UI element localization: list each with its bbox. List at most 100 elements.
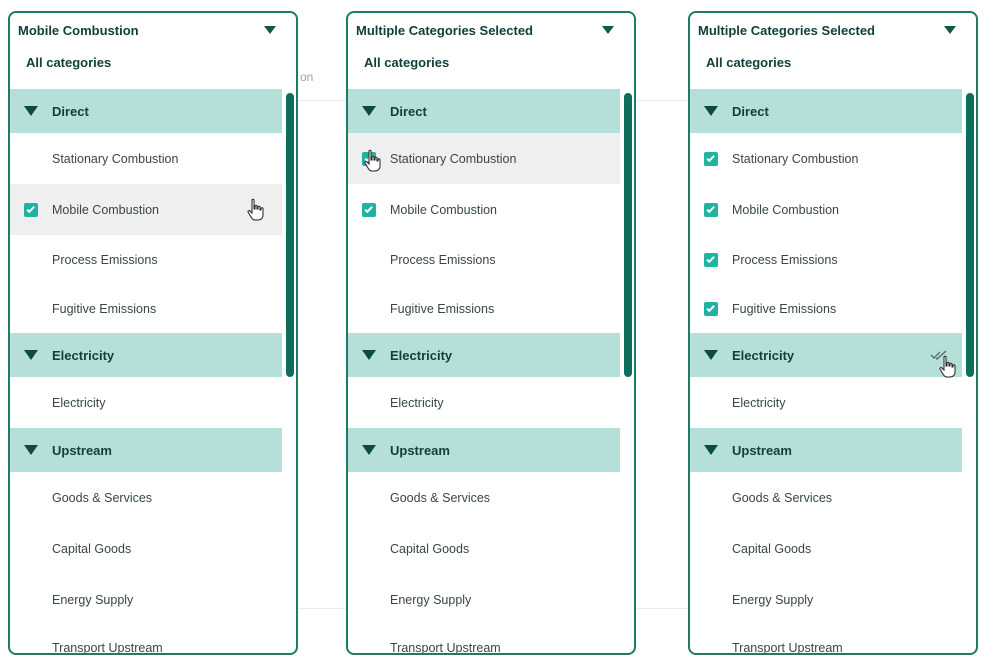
option-mobile-combustion[interactable]: Mobile Combustion [10, 184, 282, 235]
option-energy-supply[interactable]: Energy Supply [348, 574, 620, 625]
option-label: Fugitive Emissions [732, 301, 837, 316]
all-categories-option[interactable]: All categories [348, 47, 634, 77]
option-label: Transport Upstream [52, 641, 163, 655]
caret-down-icon[interactable] [704, 106, 718, 116]
option-label: Electricity [732, 395, 786, 410]
group-label: Direct [732, 103, 769, 119]
option-stationary-combustion[interactable]: Stationary Combustion [10, 133, 282, 184]
checkbox[interactable] [24, 152, 38, 166]
dropdown-header[interactable]: Multiple Categories Selected [348, 13, 634, 47]
option-capital-goods[interactable]: Capital Goods [690, 523, 962, 574]
category-list: Direct Stationary Combustion Mobile Comb… [348, 89, 620, 655]
option-label: Transport Upstream [390, 641, 501, 655]
option-label: Goods & Services [52, 490, 153, 505]
checkbox-checked-icon[interactable] [704, 301, 718, 316]
dropdown-header[interactable]: Multiple Categories Selected [690, 13, 976, 47]
caret-down-icon[interactable] [362, 445, 376, 455]
checkbox-checked-icon[interactable] [704, 252, 718, 267]
checkbox-checked-icon[interactable] [704, 202, 718, 217]
checkbox[interactable] [704, 641, 718, 653]
checkbox[interactable] [362, 253, 376, 267]
checkbox[interactable] [704, 542, 718, 556]
option-energy-supply[interactable]: Energy Supply [690, 574, 962, 625]
checkbox-checked-icon[interactable] [704, 151, 718, 166]
option-label: Mobile Combustion [52, 202, 159, 217]
caret-down-icon[interactable] [704, 350, 718, 360]
option-transport-upstream[interactable]: Transport Upstream [10, 625, 282, 655]
group-header-electricity[interactable]: Electricity [348, 333, 620, 377]
option-label: Stationary Combustion [732, 151, 859, 166]
option-goods-services[interactable]: Goods & Services [348, 472, 620, 523]
caret-down-icon[interactable] [362, 350, 376, 360]
checkbox[interactable] [24, 542, 38, 556]
caret-down-icon[interactable] [362, 106, 376, 116]
group-label: Direct [390, 103, 427, 119]
group-header-upstream[interactable]: Upstream [348, 428, 620, 472]
checkbox[interactable] [24, 491, 38, 505]
checkbox-checked-icon[interactable] [24, 202, 38, 217]
category-dropdown: Mobile Combustion All categories Direct … [8, 11, 298, 655]
checkbox[interactable] [24, 396, 38, 410]
option-fugitive-emissions[interactable]: Fugitive Emissions [348, 284, 620, 333]
scrollbar-thumb[interactable] [966, 93, 974, 377]
group-header-direct[interactable]: Direct [690, 89, 962, 133]
caret-down-icon[interactable] [24, 350, 38, 360]
checkbox-checked-icon[interactable] [362, 202, 376, 217]
option-transport-upstream[interactable]: Transport Upstream [690, 625, 962, 653]
checkbox[interactable] [24, 593, 38, 607]
group-header-electricity[interactable]: Electricity [690, 333, 962, 378]
checkbox[interactable] [24, 253, 38, 267]
option-stationary-combustion[interactable]: Stationary Combustion [348, 133, 620, 184]
group-header-electricity[interactable]: Electricity [10, 333, 282, 377]
option-capital-goods[interactable]: Capital Goods [10, 523, 282, 574]
checkbox[interactable] [362, 491, 376, 505]
all-categories-option[interactable]: All categories [10, 47, 296, 77]
option-energy-supply[interactable]: Energy Supply [10, 574, 282, 625]
category-list: Direct Stationary Combustion Mobile Comb… [690, 89, 962, 653]
caret-down-icon[interactable] [704, 445, 718, 455]
caret-down-icon[interactable] [602, 26, 614, 34]
option-mobile-combustion[interactable]: Mobile Combustion [348, 184, 620, 235]
option-capital-goods[interactable]: Capital Goods [348, 523, 620, 574]
caret-down-icon[interactable] [24, 106, 38, 116]
option-process-emissions[interactable]: Process Emissions [348, 235, 620, 284]
option-electricity[interactable]: Electricity [10, 377, 282, 428]
all-categories-option[interactable]: All categories [690, 47, 976, 77]
scrollbar-thumb[interactable] [286, 93, 294, 377]
option-fugitive-emissions[interactable]: Fugitive Emissions [690, 284, 962, 333]
group-label: Electricity [390, 347, 453, 363]
checkbox[interactable] [362, 302, 376, 316]
group-header-upstream[interactable]: Upstream [10, 428, 282, 472]
option-process-emissions[interactable]: Process Emissions [690, 235, 962, 284]
dropdown-header[interactable]: Mobile Combustion [10, 13, 296, 47]
caret-down-icon[interactable] [24, 445, 38, 455]
checkbox[interactable] [24, 641, 38, 653]
option-stationary-combustion[interactable]: Stationary Combustion [690, 133, 962, 184]
option-transport-upstream[interactable]: Transport Upstream [348, 625, 620, 655]
caret-down-icon[interactable] [264, 26, 276, 34]
checkbox[interactable] [704, 396, 718, 410]
checkbox[interactable] [362, 641, 376, 653]
group-header-upstream[interactable]: Upstream [690, 428, 962, 472]
option-label: Process Emissions [732, 252, 838, 267]
checkbox[interactable] [704, 593, 718, 607]
background-divider [636, 100, 688, 101]
checkbox[interactable] [24, 302, 38, 316]
option-electricity[interactable]: Electricity [690, 377, 962, 428]
group-header-direct[interactable]: Direct [348, 89, 620, 133]
option-goods-services[interactable]: Goods & Services [10, 472, 282, 523]
checkbox[interactable] [362, 542, 376, 556]
caret-down-icon[interactable] [944, 26, 956, 34]
group-header-direct[interactable]: Direct [10, 89, 282, 133]
option-mobile-combustion[interactable]: Mobile Combustion [690, 184, 962, 235]
checkbox[interactable] [362, 593, 376, 607]
option-label: Process Emissions [390, 252, 496, 267]
scrollbar-thumb[interactable] [624, 93, 632, 377]
option-process-emissions[interactable]: Process Emissions [10, 235, 282, 284]
option-electricity[interactable]: Electricity [348, 377, 620, 428]
option-goods-services[interactable]: Goods & Services [690, 472, 962, 523]
option-label: Fugitive Emissions [390, 301, 495, 316]
checkbox[interactable] [704, 491, 718, 505]
option-fugitive-emissions[interactable]: Fugitive Emissions [10, 284, 282, 333]
checkbox[interactable] [362, 396, 376, 410]
